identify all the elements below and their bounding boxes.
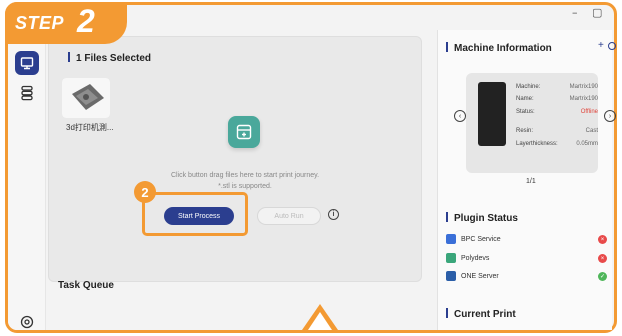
layers-icon[interactable] [15,81,39,105]
current-print-title-text: Current Print [454,309,516,320]
section-bar [446,308,448,318]
resin-value: Cast [585,128,598,134]
monitor-icon[interactable] [15,51,39,75]
machine-pager: 1/1 [526,178,536,185]
step-word: STEP [15,13,65,33]
model-preview-icon [62,78,110,118]
auto-run-button[interactable]: Auto Run [257,207,321,225]
step-badge: 2 [134,181,156,203]
polydevs-icon [446,253,456,263]
resin-label: Resin: [516,128,534,134]
error-status-icon: × [598,254,607,263]
error-status-icon: × [598,235,607,244]
title-bar [46,5,614,27]
printer-image [478,82,506,146]
ok-status-icon: ✓ [598,272,607,281]
sidebar [8,5,46,330]
current-print-title: Current Print [446,308,516,320]
machine-info-title-text: Machine Information [454,43,552,54]
section-bar [446,42,448,52]
plugin-name: Polydevs [461,254,490,262]
minimize-button[interactable]: – [572,6,578,19]
status-label: Status: [516,109,535,115]
file-drop-area[interactable] [48,36,422,282]
maximize-button[interactable]: ▢ [592,6,602,19]
settings-icon[interactable] [15,310,39,330]
step-number: 2 [77,3,95,39]
section-bar [68,52,70,62]
plugin-row: Polydevs [446,253,489,263]
machine-label: Machine: [516,84,541,90]
task-queue-title: Task Queue [58,280,114,291]
upload-hint: Click button drag files here to start pr… [170,172,320,179]
step-banner: STEP 2 [5,2,127,44]
plugin-name: ONE Server [461,272,499,280]
layer-value: 0.05mm [576,141,598,147]
plugin-status-title: Plugin Status [446,212,518,224]
bpc-service-icon [446,234,456,244]
upload-button[interactable] [228,116,260,148]
refresh-icon[interactable] [608,42,616,50]
step-highlight-box [142,192,248,236]
plugin-status-title-text: Plugin Status [454,213,518,224]
file-add-icon [236,124,252,140]
section-bar [446,212,448,222]
file-thumbnail[interactable] [62,78,110,118]
file-name: 3d打印机測... [66,123,114,132]
info-icon[interactable]: i [328,209,339,220]
layer-label: Layerthickness: [516,141,558,147]
next-machine-button[interactable]: › [604,110,616,122]
files-title: 1 Files Selected [68,52,151,64]
machine-info-title: Machine Information [446,42,552,54]
name-value: Martrix190 [569,96,598,102]
machine-value: Martrix190 [569,84,598,90]
status-value: Offline [580,109,598,115]
one-server-icon [446,271,456,281]
plugin-row: BPC Service [446,234,501,244]
add-machine-icon[interactable]: + [598,40,604,51]
supported-formats: *.stl is supported. [218,183,272,190]
pointer-arrow-inner [308,312,332,330]
plugin-name: BPC Service [461,235,501,243]
files-title-text: 1 Files Selected [76,53,152,64]
plugin-row: ONE Server [446,271,499,281]
prev-machine-button[interactable]: ‹ [454,110,466,122]
name-label: Name: [516,96,534,102]
